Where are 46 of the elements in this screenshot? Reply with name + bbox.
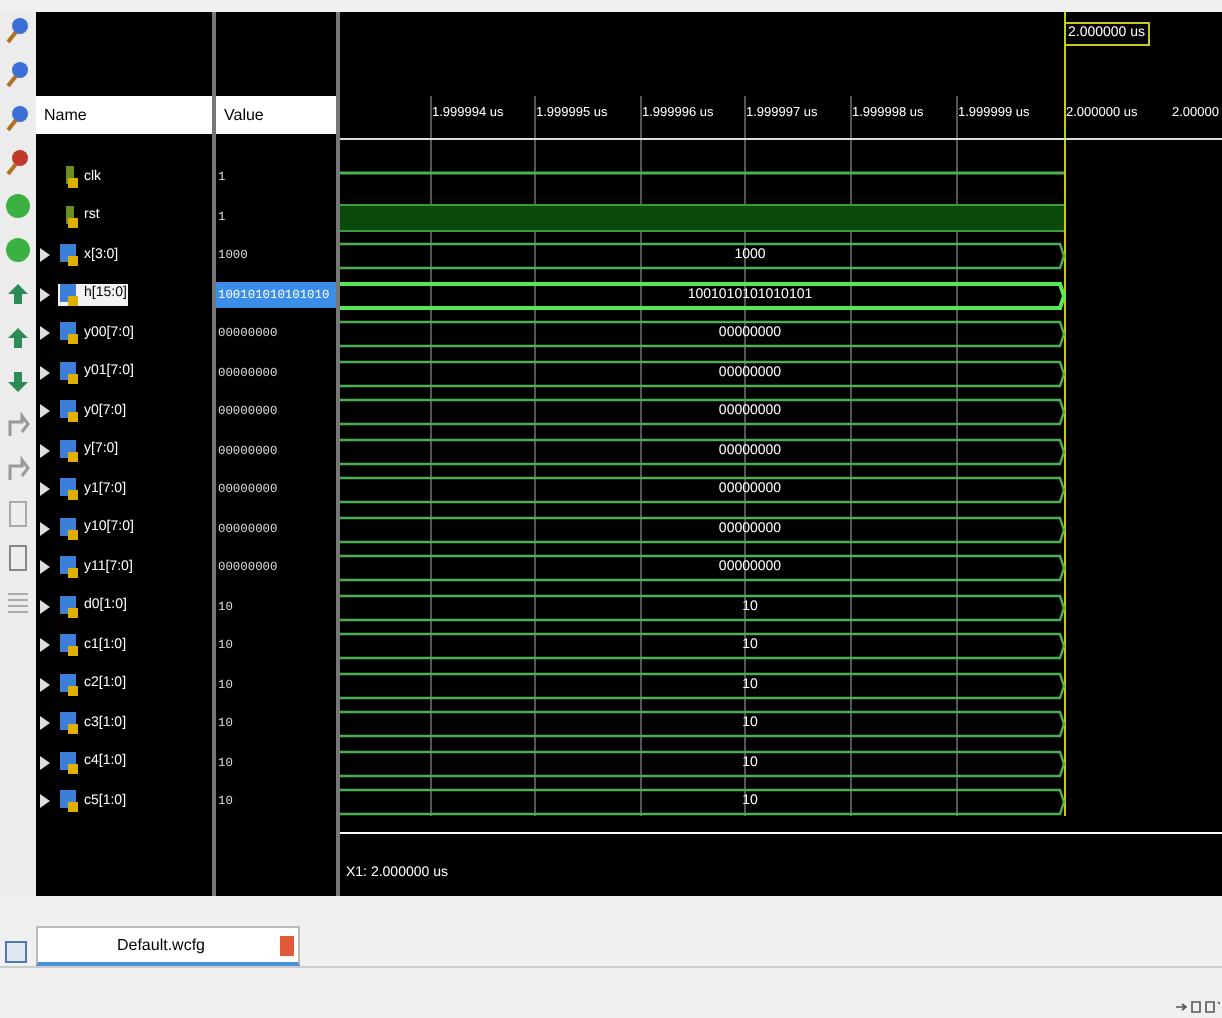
signal-icon	[60, 790, 80, 813]
expand-arrow-icon[interactable]	[40, 248, 50, 263]
document-icon	[4, 940, 28, 964]
signal-icon	[60, 517, 80, 540]
expand-arrow-icon[interactable]	[40, 599, 50, 614]
zoom-fit-icon[interactable]	[4, 104, 32, 132]
signal-icon	[60, 283, 80, 306]
signal-icon	[60, 478, 80, 501]
zoom-in-icon[interactable]	[4, 16, 32, 44]
expand-arrow-icon[interactable]	[40, 521, 50, 536]
window-controls-icon[interactable]	[1176, 1000, 1220, 1014]
signal-icon	[60, 595, 80, 618]
signal-icon	[60, 244, 80, 267]
signal-icon	[60, 556, 80, 579]
marker-icon[interactable]	[4, 148, 32, 176]
expand-arrow-icon[interactable]	[40, 755, 50, 770]
column-header[interactable]: Value	[216, 96, 336, 134]
expand-arrow-icon[interactable]	[40, 677, 50, 692]
zoom-out-icon[interactable]	[4, 60, 32, 88]
expand-arrow-icon[interactable]	[40, 638, 50, 653]
signal-icon	[60, 205, 80, 228]
signal-icon	[60, 361, 80, 384]
scrollbar[interactable]	[0, 896, 1222, 924]
expand-arrow-icon[interactable]	[40, 794, 50, 809]
close-button[interactable]	[280, 935, 294, 955]
arrow-down-icon[interactable]	[4, 368, 32, 396]
document-tab[interactable]: Default.wcfg	[36, 926, 300, 966]
expand-arrow-icon[interactable]	[40, 365, 50, 380]
expand-arrow-icon[interactable]	[40, 404, 50, 419]
expand-arrow-icon[interactable]	[40, 443, 50, 458]
expand-arrow-icon[interactable]	[40, 326, 50, 341]
signal-icon	[60, 712, 80, 735]
expand-arrow-icon[interactable]	[40, 716, 50, 731]
expand-arrow-icon[interactable]	[40, 560, 50, 575]
expand-arrow-icon[interactable]	[40, 482, 50, 497]
arrow-up-icon[interactable]	[4, 324, 32, 352]
signal-icon	[60, 166, 80, 189]
signal-icon	[60, 634, 80, 657]
signal-icon	[60, 673, 80, 696]
signal-icon	[60, 751, 80, 774]
arrow-up-icon[interactable]	[4, 280, 32, 308]
signal-icon	[60, 439, 80, 462]
signal-icon	[60, 322, 80, 345]
expand-arrow-icon[interactable]	[40, 287, 50, 302]
column-header[interactable]: Name	[36, 96, 212, 134]
signal-icon	[60, 400, 80, 423]
